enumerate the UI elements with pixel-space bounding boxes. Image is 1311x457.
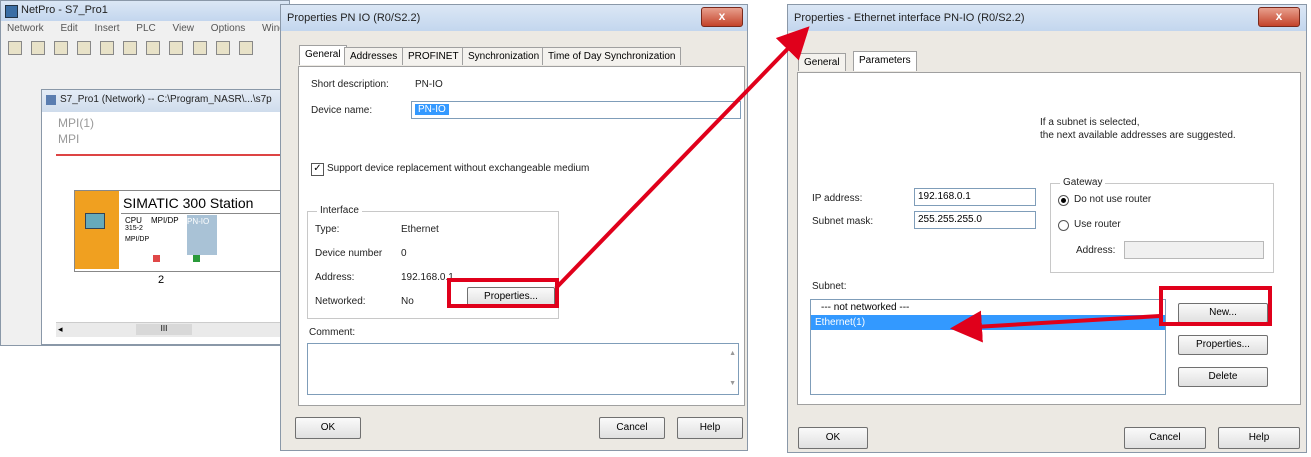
arrow-new-to-ethernet [950,310,1161,343]
arrow-to-dialog2 [554,26,810,290]
tutorial-arrows [554,26,1161,343]
